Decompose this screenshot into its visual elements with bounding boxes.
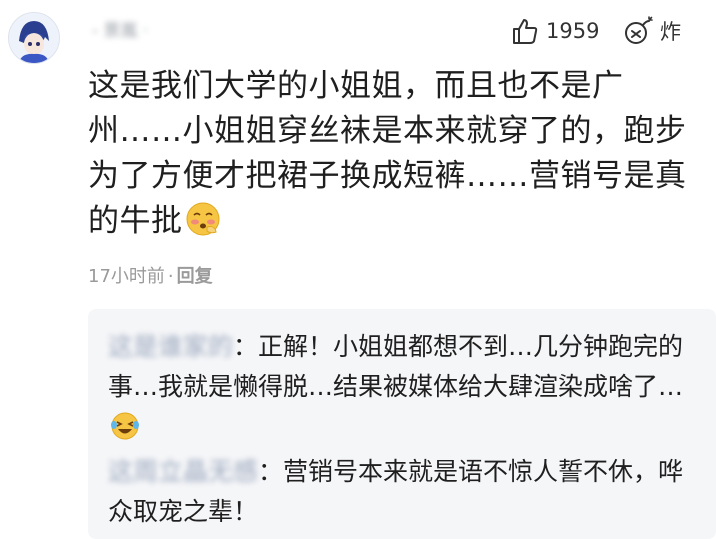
comment-text: 这是我们大学的小姐姐，而且也不是广州……小姐姐穿丝袜是本来就穿了的，跑步为了方便… — [88, 64, 698, 250]
laughing-tears-emoji — [110, 411, 140, 453]
shy-face-emoji — [185, 201, 221, 250]
comment-meta: 17小时前 · 回复 — [88, 262, 213, 288]
anime-avatar-icon — [9, 13, 59, 63]
comment-time: 17小时前 — [88, 266, 165, 287]
reply-username[interactable]: 这是谁家的 — [108, 332, 233, 361]
thumbs-up-icon — [513, 19, 538, 44]
bomb-button[interactable]: 炸 — [622, 14, 681, 48]
meta-separator: · — [167, 266, 174, 287]
username[interactable]: - 景嵐 · — [92, 18, 262, 44]
bomb-label: 炸 — [660, 20, 681, 44]
reply-item[interactable]: 这周立晶无感：营销号本来就是语不惊人誓不休，哗众取宠之辈！ — [108, 452, 698, 532]
reply-username[interactable]: 这周立晶无感 — [108, 457, 258, 486]
comment-body: 这是我们大学的小姐姐，而且也不是广州……小姐姐穿丝袜是本来就穿了的，跑步为了方便… — [88, 68, 687, 239]
like-button[interactable]: 1959 — [510, 14, 599, 48]
reply-item[interactable]: 这是谁家的：正解！小姐姐都想不到…几分钟跑完的事…我就是懒得脱…结果被媒体给大肆… — [108, 327, 698, 453]
like-count: 1959 — [546, 19, 600, 43]
replies-panel: 这是谁家的：正解！小姐姐都想不到…几分钟跑完的事…我就是懒得脱…结果被媒体给大肆… — [88, 309, 716, 539]
reply-button[interactable]: 回复 — [177, 266, 213, 287]
avatar[interactable] — [8, 12, 60, 64]
bomb-icon — [625, 16, 653, 44]
